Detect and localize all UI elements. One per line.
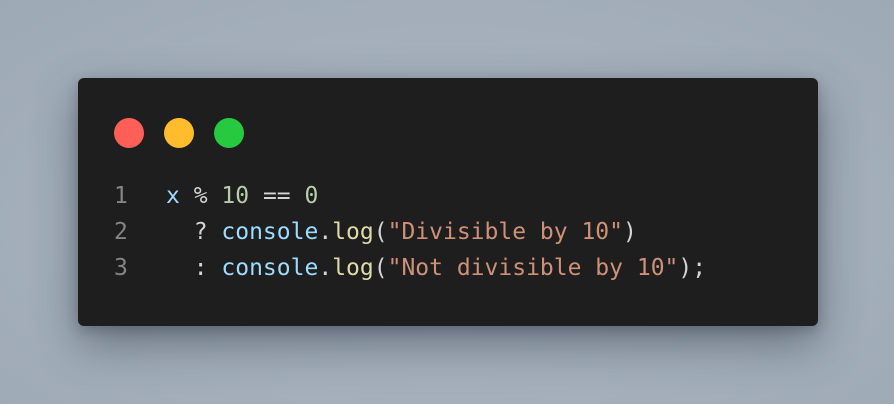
code-token-punc: . [318,255,333,281]
code-token-punc: ( [373,255,388,281]
minimize-dot-icon[interactable] [164,118,194,148]
line-number: 1 [114,183,128,209]
line-number: 2 [114,219,128,245]
code-text: ? console.log("Divisible by 10") [166,214,637,250]
code-token-op: ? [166,219,222,245]
line-number: 3 [114,255,128,281]
code-token-punc: ( [373,219,388,245]
code-token-fn: log [332,255,374,281]
code-text: : console.log("Not divisible by 10"); [166,250,706,286]
code-token-num: 0 [304,183,319,209]
code-token-var: x [166,183,180,209]
code-token-var: console [221,219,319,245]
code-token-num: 10 [221,183,250,209]
code-token-str: "Divisible by 10" [387,219,623,245]
code-text: x % 10 == 0 [166,178,318,214]
code-token-punc: ); [678,255,707,281]
code-token-op: % [179,183,222,209]
code-token-punc: . [318,219,333,245]
code-line: 1 x % 10 == 0 [78,178,818,214]
close-dot-icon[interactable] [114,118,144,148]
maximize-dot-icon[interactable] [214,118,244,148]
code-line: 2 ? console.log("Divisible by 10") [78,214,818,250]
code-token-str: "Not divisible by 10" [387,255,679,281]
code-token-var: console [221,255,319,281]
code-token-op: : [166,255,222,281]
code-window: 1x % 10 == 02 ? console.log("Divisible b… [78,78,818,326]
code-token-op: == [249,183,305,209]
code-line: 3 : console.log("Not divisible by 10"); [78,250,818,286]
code-token-fn: log [332,219,374,245]
code-token-punc: ) [623,219,637,245]
